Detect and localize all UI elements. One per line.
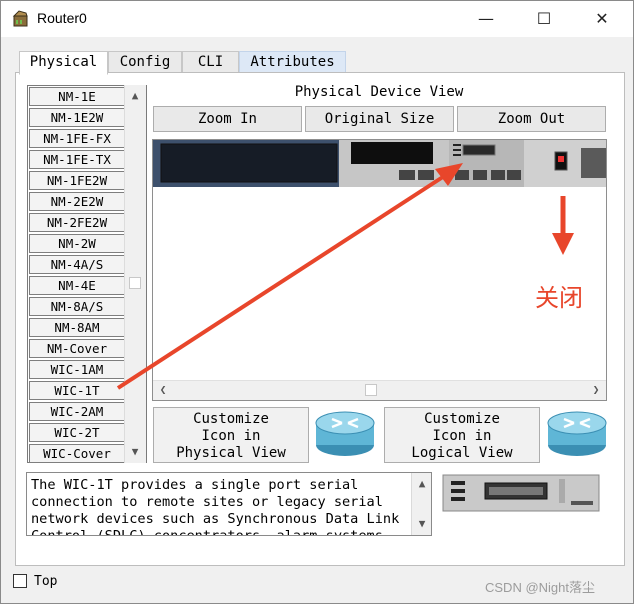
- physical-device-view-title: Physical Device View: [294, 84, 464, 100]
- scroll-down-icon[interactable]: ▼: [125, 443, 145, 461]
- customize-physical-icon-button[interactable]: Customize Icon in Physical View: [153, 407, 309, 463]
- minimize-button[interactable]: —: [463, 1, 509, 37]
- close-annotation-label: 关闭: [535, 284, 583, 312]
- top-checkbox-label: Top: [34, 574, 58, 589]
- scroll-up-icon[interactable]: ▲: [125, 87, 145, 105]
- module-item[interactable]: NM-2FE2W: [29, 213, 125, 232]
- zoom-in-button[interactable]: Zoom In: [153, 106, 302, 132]
- module-item[interactable]: NM-4E: [29, 276, 125, 295]
- module-item[interactable]: WIC-2T: [29, 423, 125, 442]
- module-item[interactable]: WIC-1AM: [29, 360, 125, 379]
- module-description-box[interactable]: The WIC-1T provides a single port serial…: [26, 472, 432, 536]
- router-logical-icon: [546, 407, 608, 459]
- device-view-hscrollbar[interactable]: ❮ ❯: [153, 380, 606, 400]
- top-checkbox[interactable]: [13, 574, 27, 588]
- module-item[interactable]: NM-2W: [29, 234, 125, 253]
- wic-1t-module-thumbnail: [441, 473, 601, 513]
- module-item[interactable]: NM-8AM: [29, 318, 125, 337]
- module-item[interactable]: NM-1E2W: [29, 108, 125, 127]
- router-chassis: [153, 140, 606, 187]
- module-item[interactable]: NM-1FE-FX: [29, 129, 125, 148]
- module-description-text: The WIC-1T provides a single port serial…: [31, 477, 400, 536]
- tab-cli[interactable]: CLI: [182, 51, 239, 73]
- scroll-left-icon[interactable]: ❮: [153, 381, 173, 399]
- scroll-thumb[interactable]: [129, 277, 141, 289]
- module-item[interactable]: NM-2E2W: [29, 192, 125, 211]
- router-window: Router0 — ☐ ✕ Physical Config CLI Attrib…: [0, 0, 634, 604]
- customize-logical-icon-button[interactable]: Customize Icon in Logical View: [384, 407, 540, 463]
- scroll-up-icon[interactable]: ▲: [412, 475, 431, 493]
- title-bar: Router0 — ☐ ✕: [1, 1, 633, 37]
- tab-config[interactable]: Config: [108, 51, 182, 73]
- watermark: CSDN @Night落尘: [485, 580, 595, 595]
- module-item[interactable]: NM-4A/S: [29, 255, 125, 274]
- module-item[interactable]: WIC-Cover: [29, 444, 125, 463]
- description-scrollbar[interactable]: ▲ ▼: [411, 473, 431, 535]
- module-item[interactable]: NM-1FE2W: [29, 171, 125, 190]
- router-app-icon: [11, 10, 31, 28]
- window-title: Router0: [37, 10, 87, 26]
- tab-attributes[interactable]: Attributes: [239, 51, 346, 73]
- module-item[interactable]: NM-1FE-TX: [29, 150, 125, 169]
- module-item[interactable]: NM-Cover: [29, 339, 125, 358]
- scroll-down-icon[interactable]: ▼: [412, 515, 431, 533]
- module-list-scrollbar[interactable]: ▲ ▼: [124, 85, 146, 463]
- hscroll-thumb[interactable]: [365, 384, 377, 396]
- maximize-button[interactable]: ☐: [521, 1, 567, 37]
- tab-physical[interactable]: Physical: [19, 51, 108, 75]
- module-item[interactable]: NM-1E: [29, 87, 125, 106]
- router-physical-icon: [314, 407, 376, 459]
- close-button[interactable]: ✕: [579, 1, 625, 37]
- module-item[interactable]: WIC-2AM: [29, 402, 125, 421]
- zoom-out-button[interactable]: Zoom Out: [457, 106, 606, 132]
- original-size-button[interactable]: Original Size: [305, 106, 454, 132]
- module-item-wic-1t[interactable]: WIC-1T: [29, 381, 125, 400]
- module-item[interactable]: NM-8A/S: [29, 297, 125, 316]
- device-view: ❮ ❯: [152, 139, 607, 401]
- scroll-right-icon[interactable]: ❯: [586, 381, 606, 399]
